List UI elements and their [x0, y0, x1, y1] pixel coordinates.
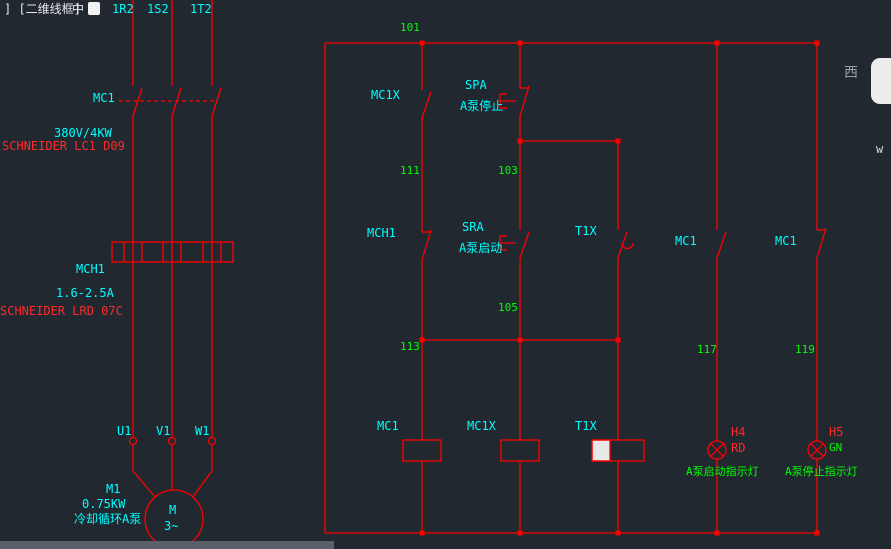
- wcs-indicator: w: [876, 143, 883, 155]
- phase-l3-label: 1T2: [190, 3, 212, 15]
- overload-range-label: 1.6-2.5A: [56, 287, 114, 299]
- phase-l2-label: 1S2: [147, 3, 169, 15]
- coil-t1x-label: T1X: [575, 420, 597, 432]
- wire-117-label: 117: [697, 344, 717, 355]
- lamp-h5-desc-label: A泵停止指示灯: [785, 466, 858, 477]
- branch-mc1-coil[interactable]: [403, 43, 441, 533]
- overload-model-label: SCHNEIDER LRD 07C: [0, 305, 123, 317]
- branch-start-stop[interactable]: [500, 43, 539, 533]
- sra-desc-label: A泵启动: [459, 242, 502, 254]
- phase-l1-label: 1R2: [112, 3, 134, 15]
- motor-power-label: 0.75KW: [82, 498, 125, 510]
- lamp-h5-color-label: GN: [829, 442, 842, 453]
- t1x-contact-label: T1X: [575, 225, 597, 237]
- motor-phase-label: 3~: [164, 520, 178, 532]
- terminal-v1-label: V1: [156, 425, 170, 437]
- viewport-controls[interactable]: ] [二维线框]: [4, 3, 81, 15]
- power-circuit-wires[interactable]: [133, 0, 221, 498]
- ime-indicator: 中: [72, 3, 84, 15]
- wire-101-label: 101: [400, 22, 420, 33]
- motor-letter-label: M: [169, 504, 176, 516]
- spa-desc-label: A泵停止: [460, 100, 503, 112]
- control-circuit-frame[interactable]: [325, 43, 817, 533]
- cad-viewport[interactable]: ] [二维线框] 中 西 w 1R2 1S2 1T2 MC1 380V/4KW …: [0, 0, 891, 549]
- viewcube-west-label[interactable]: 西: [844, 66, 858, 80]
- branch-timer[interactable]: [422, 141, 644, 533]
- mch1-contact-label: MCH1: [367, 227, 396, 239]
- spa-tag-label: SPA: [465, 79, 487, 91]
- viewcube-corner[interactable]: [871, 58, 891, 104]
- motor-tag-label: M1: [106, 483, 120, 495]
- lamp-h4-tag-label: H4: [731, 426, 745, 438]
- coil-mc1-label: MC1: [377, 420, 399, 432]
- lamp-h4-desc-label: A泵启动指示灯: [686, 466, 759, 477]
- lamp-h5-tag-label: H5: [829, 426, 843, 438]
- wire-113-label: 113: [400, 341, 420, 352]
- wire-105-label: 105: [498, 302, 518, 313]
- mc1-nc-contact-label: MC1: [775, 235, 797, 247]
- rating-label: 380V/4KW: [54, 127, 112, 139]
- terminal-w1-label: W1: [195, 425, 209, 437]
- wire-119-label: 119: [795, 344, 815, 355]
- ime-icon: [88, 2, 100, 15]
- coil-mc1x-label: MC1X: [467, 420, 496, 432]
- wire-111-label: 111: [400, 165, 420, 176]
- terminal-u1-label: U1: [117, 425, 131, 437]
- mc1-no-contact-label: MC1: [675, 235, 697, 247]
- contactor-tag-label: MC1: [93, 92, 115, 104]
- overload-tag-label: MCH1: [76, 263, 105, 275]
- wire-103-label: 103: [498, 165, 518, 176]
- branch-run-lamp[interactable]: [708, 43, 726, 533]
- bottom-scrollbar[interactable]: [0, 541, 334, 549]
- motor-name-label: 冷却循环A泵: [74, 513, 141, 525]
- contactor-model-label: SCHNEIDER LC1 D09: [2, 140, 125, 152]
- motor-terminal-circles[interactable]: [130, 438, 216, 445]
- mc1x-contact-label: MC1X: [371, 89, 400, 101]
- lamp-h4-color-label: RD: [731, 442, 745, 454]
- sra-tag-label: SRA: [462, 221, 484, 233]
